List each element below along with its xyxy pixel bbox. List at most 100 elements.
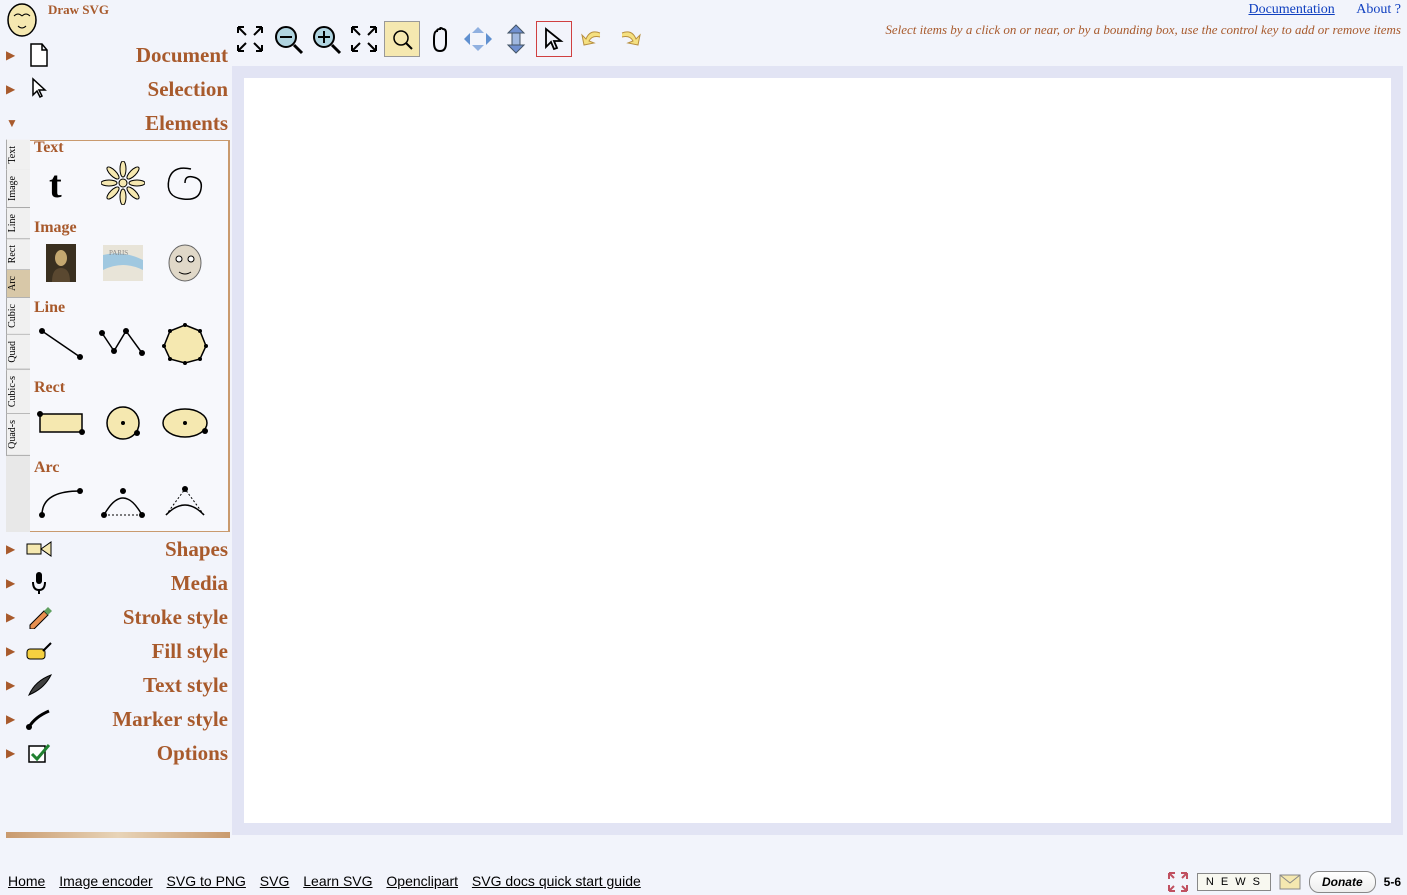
menu-text-style[interactable]: ▶ Text style [6, 668, 230, 702]
pan-vertical-button[interactable] [498, 21, 534, 57]
element-circle[interactable] [96, 401, 150, 445]
menu-label: Options [54, 741, 230, 766]
chevron-right-icon: ▶ [6, 576, 22, 591]
chevron-right-icon: ▶ [6, 746, 22, 761]
paint-roller-icon [24, 636, 54, 666]
vtab-cubic-s[interactable]: Cubic-s [6, 370, 30, 414]
zoom-area-button[interactable] [384, 21, 420, 57]
canvas-area[interactable] [232, 66, 1403, 835]
link-learn-svg[interactable]: Learn SVG [303, 873, 372, 889]
section-image-title: Image [34, 219, 224, 237]
vtab-arc[interactable]: Arc [6, 270, 30, 298]
link-home[interactable]: Home [8, 873, 45, 889]
element-arc[interactable] [34, 481, 88, 525]
fit-view-button[interactable] [232, 21, 268, 57]
documentation-link[interactable]: Documentation [1248, 2, 1334, 17]
element-rect[interactable] [34, 401, 88, 445]
donate-button[interactable]: Donate [1309, 871, 1376, 893]
link-image-encoder[interactable]: Image encoder [59, 873, 152, 889]
section-rect-title: Rect [34, 379, 224, 397]
menu-elements[interactable]: ▼ Elements [6, 106, 230, 140]
menu-selection[interactable]: ▶ Selection [6, 72, 230, 106]
menu-label: Text style [54, 673, 230, 698]
section-arc-title: Arc [34, 459, 224, 477]
counter: 5-6 [1384, 875, 1401, 889]
chevron-right-icon: ▶ [6, 712, 22, 727]
vtab-cubic[interactable]: Cubic [6, 298, 30, 335]
chevron-right-icon: ▶ [6, 82, 22, 97]
microphone-icon [24, 568, 54, 598]
elements-panel: Text Image Line Rect Arc Cubic Quad Cubi… [6, 140, 230, 532]
link-svg-docs[interactable]: SVG docs quick start guide [472, 873, 641, 889]
menu-fill-style[interactable]: ▶ Fill style [6, 634, 230, 668]
element-text[interactable]: t [34, 161, 88, 205]
element-line[interactable] [34, 321, 88, 365]
element-spiral[interactable] [158, 161, 212, 205]
menu-media[interactable]: ▶ Media [6, 566, 230, 600]
about-link[interactable]: About ? [1356, 2, 1401, 17]
checkmark-icon [24, 738, 54, 768]
vtab-image[interactable]: Image [6, 170, 30, 208]
app-title: Draw SVG [48, 2, 109, 18]
chevron-right-icon: ▶ [6, 610, 22, 625]
chevron-right-icon: ▶ [6, 48, 22, 63]
vtab-line[interactable]: Line [6, 208, 30, 239]
vtab-text[interactable]: Text [6, 140, 30, 170]
link-svg-to-png[interactable]: SVG to PNG [167, 873, 246, 889]
chevron-right-icon: ▶ [6, 678, 22, 693]
element-arc-open[interactable] [96, 481, 150, 525]
pan-button[interactable] [422, 21, 458, 57]
menu-shapes[interactable]: ▶ Shapes [6, 532, 230, 566]
drawing-canvas[interactable] [244, 78, 1391, 823]
menu-label: Document [54, 43, 230, 68]
undo-button[interactable] [574, 21, 610, 57]
cursor-icon [24, 74, 54, 104]
menu-document[interactable]: ▶ Document [6, 38, 230, 72]
separator [6, 832, 230, 838]
element-arc-chord[interactable] [158, 481, 212, 525]
chevron-down-icon: ▼ [6, 116, 22, 131]
hint-text: Select items by a click on or near, or b… [885, 22, 1401, 38]
section-text-title: Text [34, 140, 224, 157]
menu-marker-style[interactable]: ▶ Marker style [6, 702, 230, 736]
pencil-icon [24, 602, 54, 632]
element-polyline[interactable] [96, 321, 150, 365]
document-icon [24, 40, 54, 70]
brush-icon [24, 704, 54, 734]
zoom-in-button[interactable] [308, 21, 344, 57]
element-image-photo[interactable] [34, 241, 88, 285]
menu-label: Elements [22, 111, 230, 136]
element-image-face[interactable] [158, 241, 212, 285]
shapes-icon [24, 534, 54, 564]
vtab-rect[interactable]: Rect [6, 239, 30, 270]
element-polygon[interactable] [158, 321, 212, 365]
menu-label: Media [54, 571, 230, 596]
element-image-map[interactable]: PARIS [96, 241, 150, 285]
element-asterisk[interactable] [96, 161, 150, 205]
fullscreen-icon[interactable] [1167, 871, 1189, 893]
menu-label: Selection [54, 77, 230, 102]
news-badge[interactable]: N E W S [1197, 873, 1271, 891]
menu-label: Fill style [54, 639, 230, 664]
menu-options[interactable]: ▶ Options [6, 736, 230, 770]
link-svg[interactable]: SVG [260, 873, 290, 889]
pan-horizontal-button[interactable] [460, 21, 496, 57]
vtab-quad-s[interactable]: Quad-s [6, 414, 30, 456]
menu-stroke-style[interactable]: ▶ Stroke style [6, 600, 230, 634]
mail-icon[interactable] [1279, 874, 1301, 890]
zoom-fit-button[interactable] [346, 21, 382, 57]
element-ellipse[interactable] [158, 401, 212, 445]
menu-label: Shapes [54, 537, 230, 562]
section-line-title: Line [34, 299, 224, 317]
select-button[interactable] [536, 21, 572, 57]
bottom-links: Home Image encoder SVG to PNG SVG Learn … [8, 873, 651, 889]
link-openclipart[interactable]: Openclipart [386, 873, 458, 889]
zoom-out-button[interactable] [270, 21, 306, 57]
feather-icon [24, 670, 54, 700]
redo-button[interactable] [612, 21, 648, 57]
chevron-right-icon: ▶ [6, 644, 22, 659]
chevron-right-icon: ▶ [6, 542, 22, 557]
vtab-quad[interactable]: Quad [6, 335, 30, 370]
app-logo[interactable] [2, 0, 42, 40]
svg-text:PARIS: PARIS [109, 249, 128, 257]
